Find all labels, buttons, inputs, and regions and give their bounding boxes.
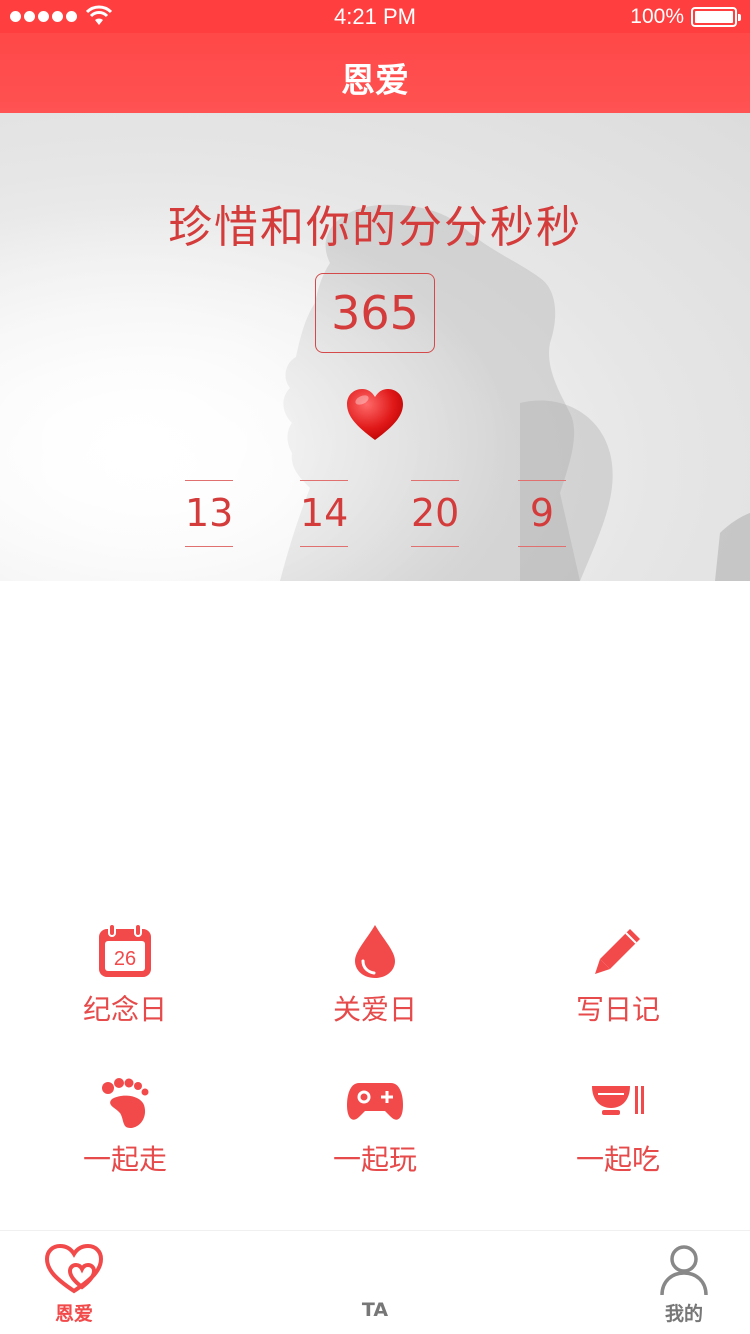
feature-label: 一起走 (82, 1143, 167, 1176)
feature-anniversary[interactable]: 26 纪念日 (0, 920, 250, 1028)
feature-label: 一起玩 (332, 1143, 417, 1176)
feature-label: 纪念日 (82, 993, 167, 1026)
days-counter: 365 (315, 273, 435, 353)
tab-label: 我的 (664, 1303, 703, 1325)
countdown-hours: 13 (185, 480, 233, 547)
status-bar: 4:21 PM 100% (0, 0, 750, 33)
countdown-minutes: 14 (300, 480, 348, 547)
tab-mine[interactable]: 我的 (624, 1231, 744, 1334)
feature-play-together[interactable]: 一起玩 (250, 1070, 500, 1178)
tab-ta[interactable]: TA (315, 1231, 435, 1334)
tab-label: 恩爱 (54, 1303, 93, 1325)
footprint-icon (102, 1078, 149, 1128)
tab-bar: 恩爱 TA 我的 (0, 1230, 750, 1334)
countdown-extra: 9 (518, 480, 566, 547)
tab-enai[interactable]: 恩爱 (14, 1231, 134, 1334)
feature-care-day[interactable]: 关爱日 (250, 920, 500, 1028)
feature-label: 关爱日 (332, 993, 417, 1026)
page-title: 恩爱 (341, 61, 409, 101)
svg-text:26: 26 (114, 948, 136, 970)
user-icon (660, 1245, 708, 1296)
feature-label: 一起吃 (575, 1143, 660, 1176)
countdown-seconds: 20 (411, 480, 459, 547)
hero-banner: 珍惜和你的分分秒秒 365 13 14 20 9 (0, 113, 750, 581)
hero-title: 珍惜和你的分分秒秒 (168, 202, 582, 253)
feature-label: 写日记 (575, 993, 660, 1026)
drop-icon (355, 925, 395, 978)
nav-bar: 恩爱 (0, 33, 750, 113)
calendar-icon: 26 (99, 923, 151, 977)
pencil-icon (595, 929, 640, 974)
feature-diary[interactable]: 写日记 (493, 920, 743, 1028)
hearts-icon (44, 1243, 104, 1294)
bowl-chopsticks-icon (592, 1086, 644, 1115)
feature-eat-together[interactable]: 一起吃 (493, 1070, 743, 1178)
feature-walk-together[interactable]: 一起走 (0, 1070, 250, 1178)
heart-icon (347, 389, 403, 440)
tab-label: TA (361, 1299, 389, 1321)
battery-percentage: 100% (630, 5, 684, 28)
gamepad-icon (347, 1083, 403, 1120)
battery-icon (691, 7, 741, 27)
